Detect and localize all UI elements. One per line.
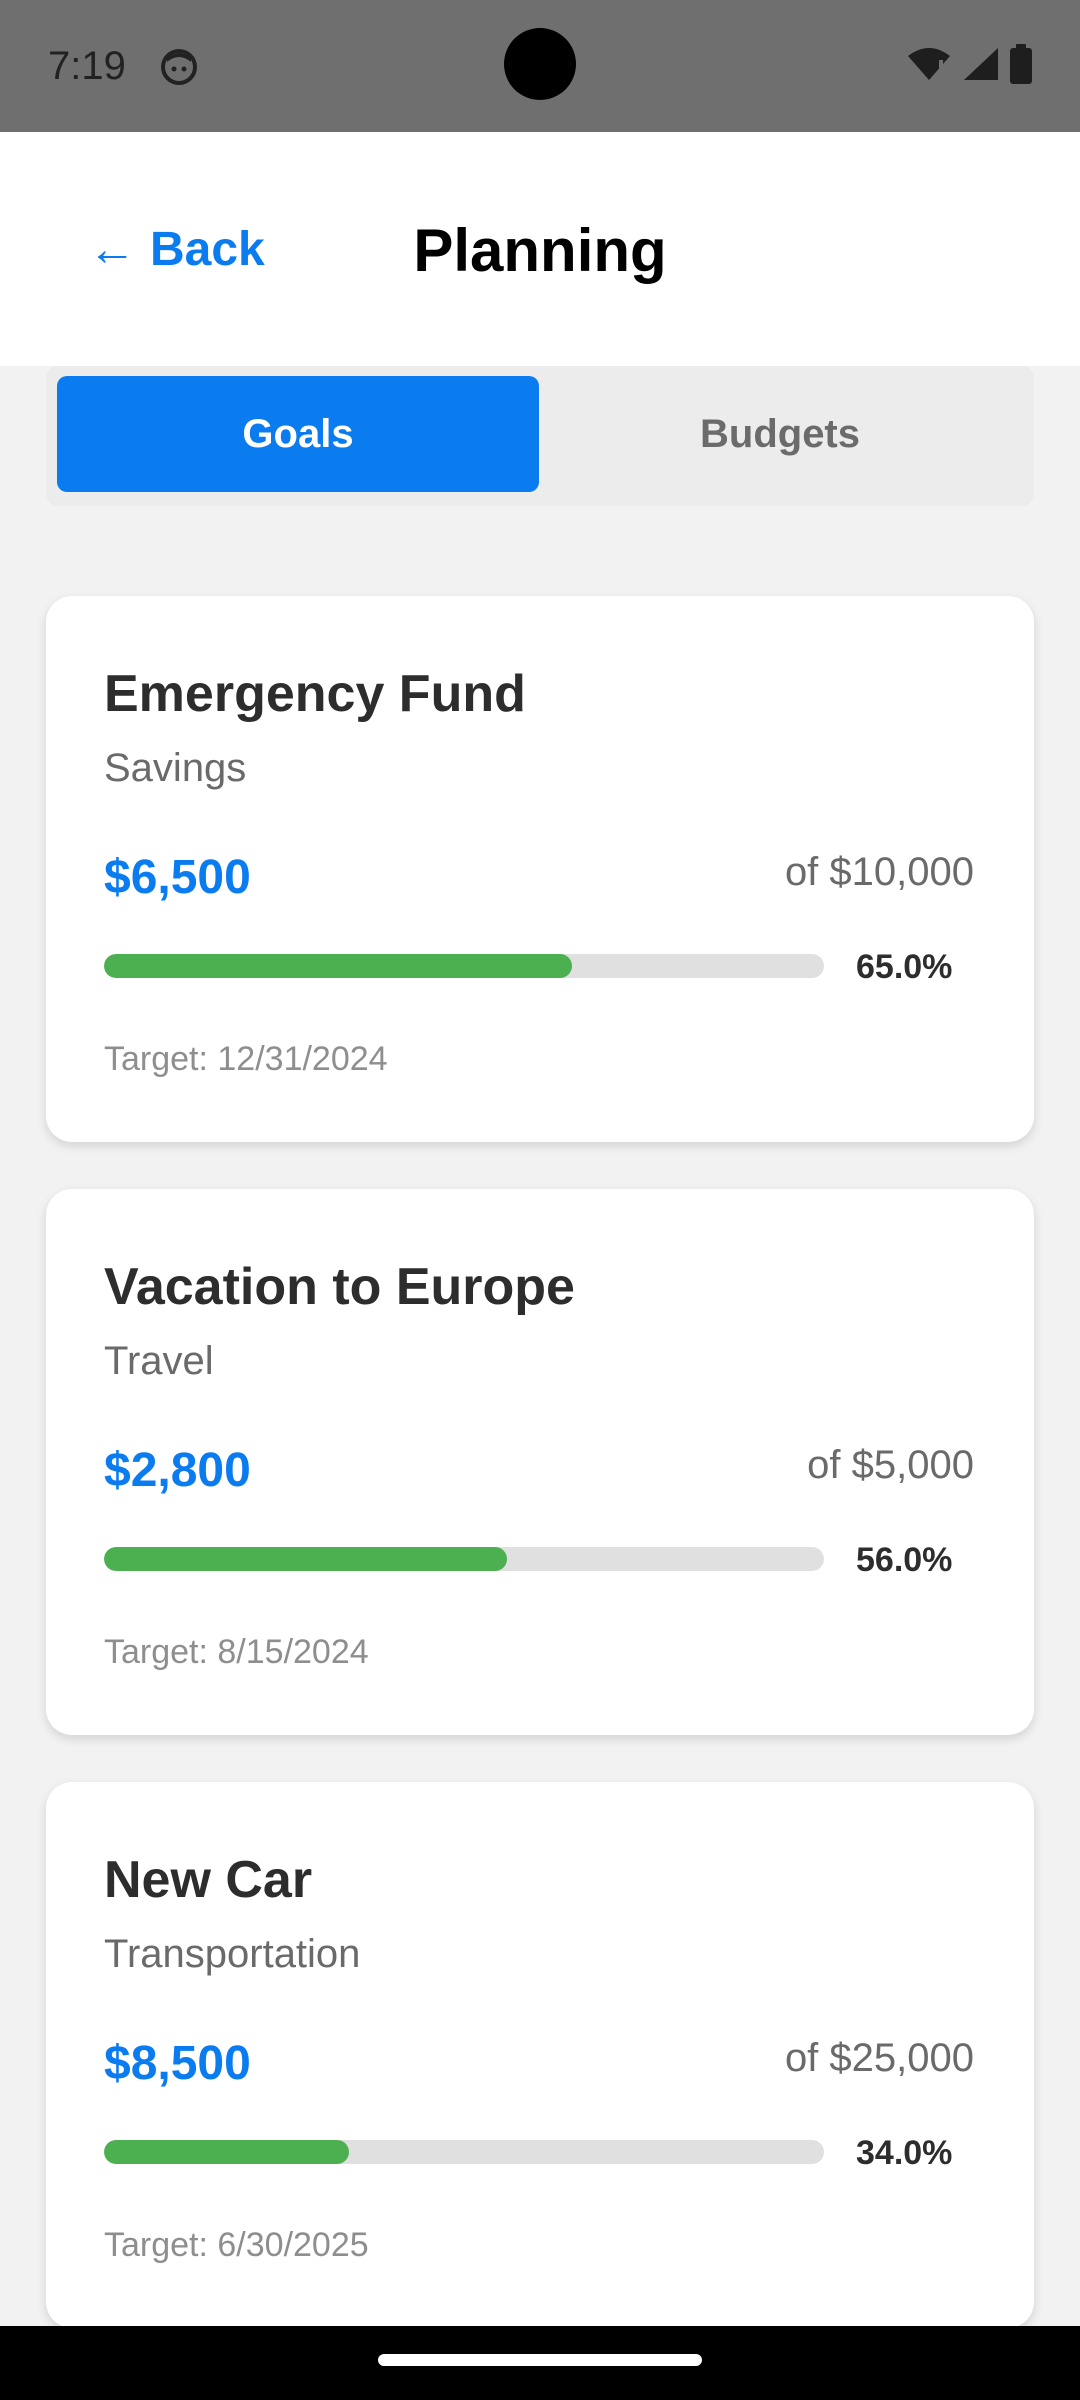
status-icons <box>906 44 1032 84</box>
goal-target-date: Target: 12/31/2024 <box>104 1040 388 1078</box>
status-bar: 7:19 <box>0 0 1080 132</box>
progress-fill <box>104 954 572 978</box>
goal-category: Travel <box>104 1339 214 1383</box>
goal-current-amount: $2,800 <box>104 1444 251 1497</box>
goal-target-date: Target: 8/15/2024 <box>104 1633 369 1671</box>
progress-track <box>104 1547 824 1571</box>
progress-track <box>104 954 824 978</box>
progress-percent: 34.0% <box>856 2134 953 2172</box>
camera-cutout <box>504 28 576 100</box>
segmented-control: Goals Budgets <box>46 366 1034 506</box>
face-icon <box>160 48 198 86</box>
goal-card[interactable]: Emergency Fund Savings $6,500 of $10,000… <box>46 596 1034 1142</box>
goal-target-amount: of $5,000 <box>807 1443 974 1487</box>
progress-fill <box>104 1547 508 1571</box>
progress-percent: 65.0% <box>856 948 953 986</box>
goal-target-date: Target: 6/30/2025 <box>104 2226 369 2264</box>
battery-icon <box>1010 44 1032 84</box>
progress-fill <box>104 2140 349 2164</box>
progress-percent: 56.0% <box>856 1541 953 1579</box>
home-gesture-handle[interactable] <box>378 2354 702 2366</box>
progress-track <box>104 2140 824 2164</box>
page-title: Planning <box>413 217 667 284</box>
goal-card[interactable]: Vacation to Europe Travel $2,800 of $5,0… <box>46 1189 1034 1735</box>
system-nav-bar <box>0 2326 1080 2400</box>
goal-card[interactable]: New Car Transportation $8,500 of $25,000… <box>46 1782 1034 2328</box>
wifi-icon <box>906 46 952 82</box>
goal-target-amount: of $10,000 <box>784 850 974 894</box>
goal-name: Emergency Fund <box>104 665 526 723</box>
signal-icon <box>962 46 1000 82</box>
goal-current-amount: $8,500 <box>104 2037 251 2090</box>
app-header: ← Back Planning <box>0 132 1080 366</box>
goal-name: Vacation to Europe <box>104 1258 575 1316</box>
goal-name: New Car <box>104 1851 313 1909</box>
goal-category: Savings <box>104 746 247 790</box>
goal-category: Transportation <box>104 1932 361 1976</box>
status-time: 7:19 <box>48 44 126 88</box>
goal-current-amount: $6,500 <box>104 851 251 904</box>
tab-goals[interactable]: Goals <box>57 376 539 492</box>
goal-target-amount: of $25,000 <box>784 2036 974 2080</box>
tab-budgets[interactable]: Budgets <box>539 376 1021 492</box>
